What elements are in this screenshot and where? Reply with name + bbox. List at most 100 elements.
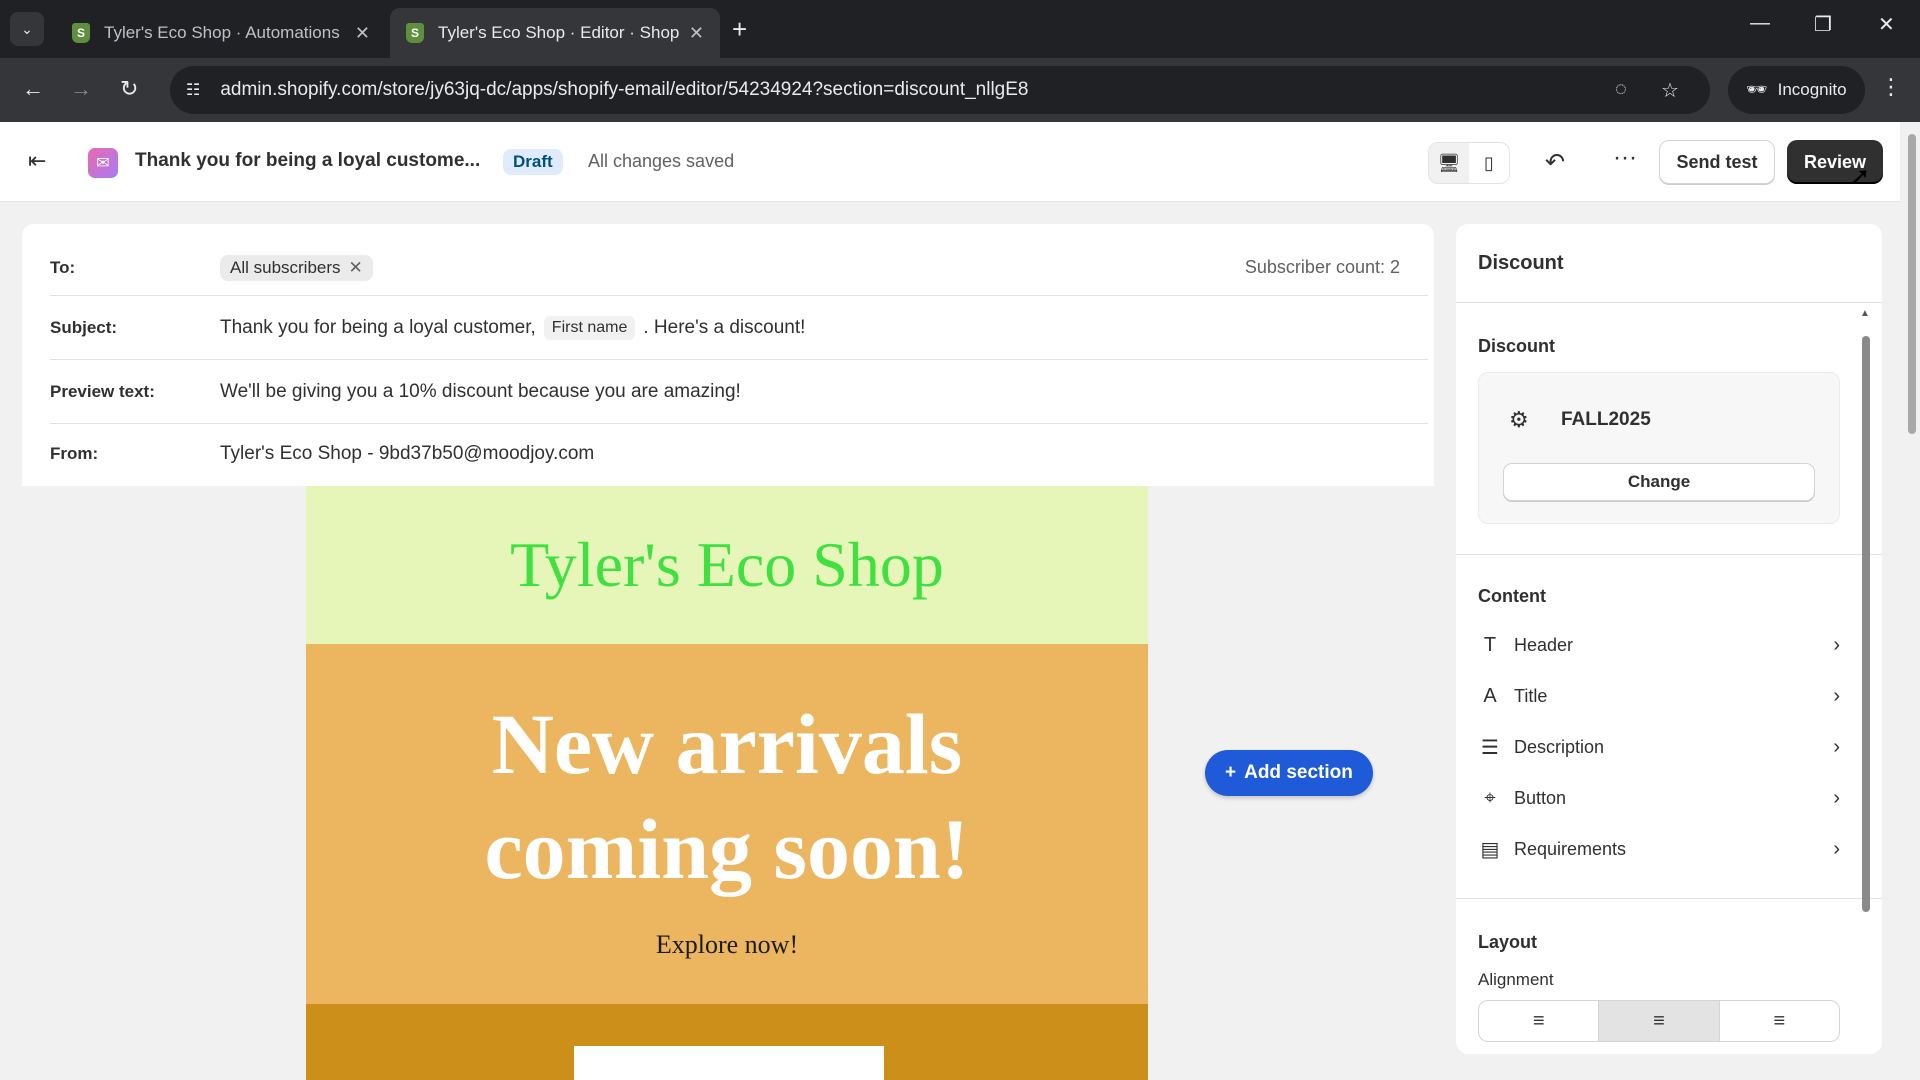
panel-scroll-thumb[interactable] — [1862, 336, 1870, 912]
layout-section-title: Layout — [1478, 932, 1538, 952]
hero-title-line1: New arrivals — [491, 696, 963, 792]
desktop-icon[interactable]: 🖥 — [1429, 143, 1469, 183]
discount-code: FALL2025 — [1561, 409, 1651, 430]
to-row: To: All subscribers ✕ Subscriber count: … — [50, 240, 1428, 296]
content-item-header[interactable]: T Header › — [1478, 625, 1840, 665]
incognito-indicator[interactable]: 🕶 Incognito — [1728, 66, 1865, 114]
tab-title: Tyler's Eco Shop · Editor · Shopify — [438, 23, 679, 42]
alignment-button-group: ≡ ≡ ≡ — [1478, 1000, 1840, 1042]
email-product-section[interactable] — [306, 1004, 1148, 1080]
from-row[interactable]: From: Tyler's Eco Shop - 9bd37b50@moodjo… — [50, 424, 1428, 484]
description-icon: ☰ — [1481, 736, 1499, 759]
email-editor-card: To: All subscribers ✕ Subscriber count: … — [22, 224, 1434, 1080]
device-preview-toggle: 🖥 ▯ — [1428, 142, 1510, 184]
discount-gear-icon: ⚙ — [1509, 407, 1529, 432]
plus-icon: + — [1225, 762, 1237, 783]
content-section-title: Content — [1478, 586, 1546, 606]
url-text: admin.shopify.com/store/jy63jq-dc/apps/s… — [220, 79, 1029, 100]
panel-title: Discount — [1478, 252, 1564, 274]
close-window-icon[interactable]: ✕ — [1878, 12, 1895, 37]
incognito-label: Incognito — [1777, 80, 1847, 99]
preview-text-value: We'll be giving you a 10% discount becau… — [220, 380, 741, 402]
panel-scrollbar[interactable]: ▲ ▼ — [1860, 308, 1870, 1054]
page-scroll-thumb[interactable] — [1908, 134, 1916, 434]
content-item-title[interactable]: A Title › — [1478, 676, 1840, 716]
hero-title-line2: coming soon! — [484, 801, 970, 897]
discount-section-title: Discount — [1478, 336, 1556, 356]
divider — [1456, 554, 1882, 555]
to-label: To: — [50, 257, 76, 277]
email-header-section[interactable]: Tyler's Eco Shop — [306, 486, 1148, 644]
add-section-button[interactable]: + Add section — [1205, 750, 1373, 796]
email-app-icon: ✉ — [88, 148, 118, 178]
more-actions-icon[interactable]: ··· — [1613, 144, 1637, 172]
subscriber-count: Subscriber count: 2 — [1244, 257, 1400, 277]
divider — [1456, 898, 1882, 899]
address-bar[interactable]: ☷ admin.shopify.com/store/jy63jq-dc/apps… — [170, 66, 1710, 114]
alignment-label: Alignment — [1478, 970, 1554, 989]
subject-row[interactable]: Subject: Thank you for being a loyal cus… — [50, 296, 1428, 360]
chevron-right-icon: › — [1833, 837, 1840, 860]
text-icon: T — [1483, 633, 1497, 656]
title-icon: A — [1483, 684, 1497, 707]
content-item-button[interactable]: ⌖ Button › — [1478, 778, 1840, 818]
back-icon[interactable]: ← — [22, 76, 44, 102]
email-hero-section[interactable]: New arrivals coming soon! Explore now! — [306, 644, 1148, 1004]
site-info-icon[interactable]: ☷ — [186, 80, 200, 100]
align-left-icon[interactable]: ≡ — [1479, 1001, 1600, 1041]
status-badge: Draft — [503, 149, 563, 175]
close-tab-icon[interactable]: ✕ — [689, 23, 704, 44]
preview-text-label: Preview text: — [50, 381, 155, 401]
tab-search-button[interactable]: ⌄ — [10, 12, 44, 46]
product-image — [574, 1046, 884, 1080]
minimize-icon[interactable]: — — [1750, 12, 1770, 35]
subject-text-end: . Here's a discount! — [643, 316, 806, 338]
exit-icon[interactable]: ⇤ — [28, 148, 46, 174]
browser-menu-icon[interactable]: ⋮ — [1880, 74, 1902, 100]
add-section-label: Add section — [1244, 762, 1353, 783]
from-value: Tyler's Eco Shop - 9bd37b50@moodjoy.com — [220, 443, 595, 464]
bookmark-star-icon[interactable]: ☆ — [1661, 78, 1679, 103]
shopify-favicon-icon: S — [406, 23, 424, 43]
scroll-up-icon[interactable]: ▲ — [1860, 308, 1870, 319]
editor-header: ⇤ ✉ Thank you for being a loyal custome.… — [0, 122, 1900, 202]
browser-tab-editor[interactable]: S Tyler's Eco Shop · Editor · Shopify ✕ — [390, 8, 720, 58]
from-label: From: — [50, 444, 99, 463]
browser-tab-automations[interactable]: S Tyler's Eco Shop · Automations ✕ — [56, 8, 386, 58]
recipient-chip[interactable]: All subscribers ✕ — [220, 254, 373, 281]
page-scrollbar[interactable] — [1902, 122, 1920, 1080]
reload-icon[interactable]: ↻ — [120, 76, 138, 102]
browser-toolbar: ← → ↻ ☷ admin.shopify.com/store/jy63jq-d… — [0, 58, 1920, 122]
hero-subtitle: Explore now! — [655, 930, 799, 959]
email-preview: Tyler's Eco Shop New arrivals coming soo… — [306, 486, 1148, 1080]
discount-card: ⚙ FALL2025 Change — [1478, 372, 1840, 524]
content-item-requirements[interactable]: ▤ Requirements › — [1478, 829, 1840, 869]
mobile-icon[interactable]: ▯ — [1469, 143, 1509, 183]
incognito-icon: 🕶 — [1746, 80, 1768, 99]
eye-off-icon[interactable]: ◌ — [1615, 78, 1627, 101]
remove-recipient-icon[interactable]: ✕ — [349, 258, 363, 278]
close-tab-icon[interactable]: ✕ — [355, 23, 370, 44]
shopify-favicon-icon: S — [72, 23, 90, 43]
change-discount-button[interactable]: Change — [1503, 463, 1815, 501]
divider — [1456, 302, 1882, 303]
shop-name: Tyler's Eco Shop — [510, 529, 944, 600]
requirements-icon: ▤ — [1480, 838, 1500, 861]
content-item-label: Button — [1514, 787, 1567, 808]
restore-icon[interactable]: ❐ — [1814, 12, 1832, 37]
content-item-label: Header — [1514, 634, 1574, 655]
align-right-icon[interactable]: ≡ — [1720, 1001, 1839, 1041]
save-status: All changes saved — [588, 151, 735, 171]
new-tab-icon[interactable]: + — [732, 14, 747, 45]
scroll-down-icon[interactable]: ▼ — [1860, 1052, 1870, 1054]
undo-icon[interactable]: ↶ — [1545, 148, 1565, 177]
preview-text-row[interactable]: Preview text: We'll be giving you a 10% … — [50, 360, 1428, 424]
send-test-button[interactable]: Send test — [1659, 140, 1775, 184]
subject-text-start: Thank you for being a loyal customer, — [220, 316, 536, 338]
align-center-icon[interactable]: ≡ — [1599, 1001, 1720, 1041]
content-item-description[interactable]: ☰ Description › — [1478, 727, 1840, 767]
email-title: Thank you for being a loyal custome... — [135, 150, 481, 171]
forward-icon[interactable]: → — [70, 76, 92, 102]
content-item-label: Title — [1514, 685, 1548, 706]
first-name-merge-tag[interactable]: First name — [543, 315, 636, 340]
